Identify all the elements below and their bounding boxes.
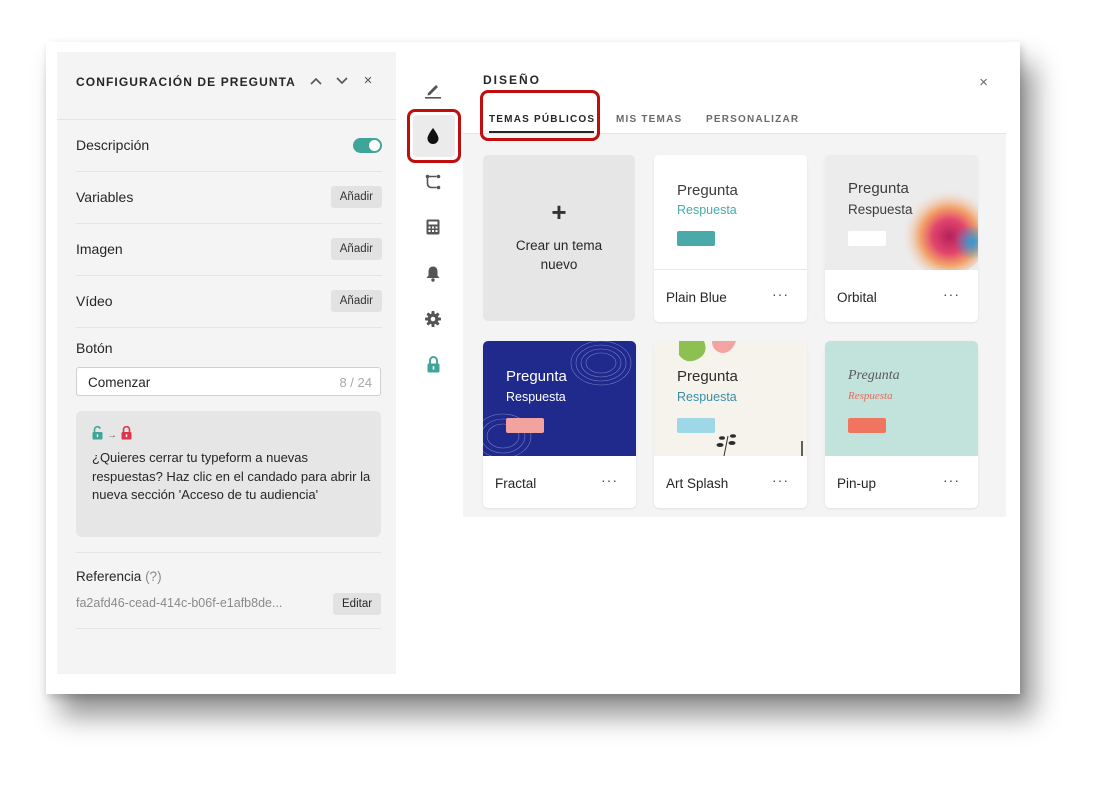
video-row: Vídeo Añadir — [76, 276, 382, 328]
chevron-down-icon[interactable] — [333, 72, 351, 90]
tab-my-themes[interactable]: MIS TEMAS — [616, 114, 682, 125]
theme-preview: Pregunta Respuesta — [654, 155, 807, 270]
unlock-icon — [92, 425, 103, 445]
close-icon[interactable]: × — [979, 74, 988, 91]
bell-icon[interactable] — [421, 261, 445, 285]
create-theme-card[interactable]: + Crear un tema nuevo — [483, 155, 635, 321]
help-hint[interactable]: (?) — [145, 569, 162, 584]
add-variables-button[interactable]: Añadir — [330, 186, 382, 208]
character-counter: 8 / 24 — [339, 375, 372, 390]
theme-card-footer: Art Splash ··· — [654, 456, 807, 508]
preview-question: Pregunta — [848, 368, 900, 383]
theme-card-art-splash[interactable]: Pregunta Respuesta Art Splash ··· — [654, 341, 807, 508]
row-label: Vídeo — [76, 293, 113, 309]
audience-access-info: → ¿Quieres cerrar tu typeform a nuevas r… — [76, 411, 381, 537]
description-toggle[interactable] — [353, 138, 382, 153]
more-options-icon[interactable]: ··· — [601, 472, 618, 488]
preview-button — [848, 231, 886, 246]
button-text-input[interactable]: Comenzar 8 / 24 — [76, 367, 381, 396]
tab-highlight-box — [480, 90, 600, 141]
reference-label-text: Referencia — [76, 569, 142, 584]
lock-transition: → — [92, 425, 132, 445]
preview-question: Pregunta — [677, 368, 738, 385]
app-window: CONFIGURACIÓN DE PREGUNTA × Descripción … — [46, 42, 1020, 694]
variables-row: Variables Añadir — [76, 172, 382, 224]
reference-value: fa2afd46-cead-414c-b06f-e1afb8de... — [76, 596, 283, 610]
design-header: DISEÑO × TEMAS PÚBLICOS MIS TEMAS PERSON… — [463, 52, 1006, 141]
theme-preview: Pregunta Respuesta — [825, 155, 978, 270]
calculator-icon[interactable] — [421, 215, 445, 239]
preview-question: Pregunta — [506, 368, 567, 385]
description-row: Descripción — [76, 120, 382, 172]
tab-customize[interactable]: PERSONALIZAR — [706, 114, 799, 125]
reference-label: Referencia (?) — [76, 569, 162, 584]
more-options-icon[interactable]: ··· — [943, 286, 960, 302]
preview-question: Pregunta — [677, 182, 738, 199]
info-message: ¿Quieres cerrar tu typeform a nuevas res… — [92, 450, 371, 502]
theme-card-footer: Fractal ··· — [483, 456, 636, 508]
locked-icon — [121, 425, 132, 445]
button-text-value: Comenzar — [88, 375, 151, 390]
more-options-icon[interactable]: ··· — [772, 472, 789, 488]
theme-card-footer: Orbital ··· — [825, 270, 978, 322]
preview-button — [677, 231, 715, 246]
theme-card-plain-blue[interactable]: Pregunta Respuesta Plain Blue ··· — [654, 155, 807, 322]
theme-name: Fractal — [495, 476, 537, 491]
plus-icon: + — [551, 197, 567, 227]
image-row: Imagen Añadir — [76, 224, 382, 276]
create-theme-label: Crear un tema nuevo — [483, 236, 635, 274]
question-settings-header: CONFIGURACIÓN DE PREGUNTA × — [57, 52, 396, 120]
create-theme-line1: Crear un tema — [515, 238, 603, 253]
create-theme-line2: nuevo — [540, 257, 578, 272]
preview-button — [848, 418, 886, 433]
preview-answer: Respuesta — [848, 390, 893, 402]
design-highlight-box — [407, 109, 461, 163]
theme-name: Plain Blue — [666, 290, 727, 305]
divider — [76, 628, 381, 629]
theme-card-fractal[interactable]: Pregunta Respuesta Fractal ··· — [483, 341, 636, 508]
theme-preview: Pregunta Respuesta — [825, 341, 978, 456]
branch-icon[interactable] — [421, 170, 445, 194]
gear-icon[interactable] — [421, 307, 445, 331]
preview-button — [506, 418, 544, 433]
arrow-right-icon: → — [107, 429, 117, 441]
pen-icon[interactable] — [421, 77, 445, 101]
theme-name: Orbital — [837, 290, 877, 305]
row-label: Imagen — [76, 241, 123, 257]
theme-preview: Pregunta Respuesta — [483, 341, 636, 456]
lock-icon[interactable] — [421, 352, 445, 376]
design-panel: DISEÑO × TEMAS PÚBLICOS MIS TEMAS PERSON… — [463, 52, 1006, 517]
panel-title: CONFIGURACIÓN DE PREGUNTA — [76, 75, 296, 89]
row-label: Descripción — [76, 137, 150, 153]
more-options-icon[interactable]: ··· — [772, 286, 789, 302]
add-image-button[interactable]: Añadir — [330, 238, 382, 260]
theme-card-orbital[interactable]: Pregunta Respuesta Orbital ··· — [825, 155, 978, 322]
theme-preview: Pregunta Respuesta — [654, 341, 807, 456]
theme-name: Pin-up — [837, 476, 877, 491]
preview-answer: Respuesta — [677, 203, 737, 217]
button-label: Botón — [76, 340, 113, 356]
divider — [76, 552, 381, 553]
theme-card-pin-up[interactable]: Pregunta Respuesta Pin-up ··· — [825, 341, 978, 508]
theme-name: Art Splash — [666, 476, 729, 491]
preview-button — [677, 418, 715, 433]
preview-question: Pregunta — [848, 180, 909, 197]
close-icon[interactable]: × — [359, 72, 377, 90]
row-label: Variables — [76, 189, 134, 205]
chevron-up-icon[interactable] — [307, 72, 325, 90]
theme-card-footer: Plain Blue ··· — [654, 270, 807, 322]
design-title: DISEÑO — [483, 73, 542, 87]
preview-answer: Respuesta — [677, 390, 737, 404]
edit-reference-button[interactable]: Editar — [333, 593, 382, 615]
add-video-button[interactable]: Añadir — [330, 290, 382, 312]
more-options-icon[interactable]: ··· — [943, 472, 960, 488]
theme-card-footer: Pin-up ··· — [825, 456, 978, 508]
preview-answer: Respuesta — [848, 202, 913, 217]
preview-answer: Respuesta — [506, 390, 566, 404]
